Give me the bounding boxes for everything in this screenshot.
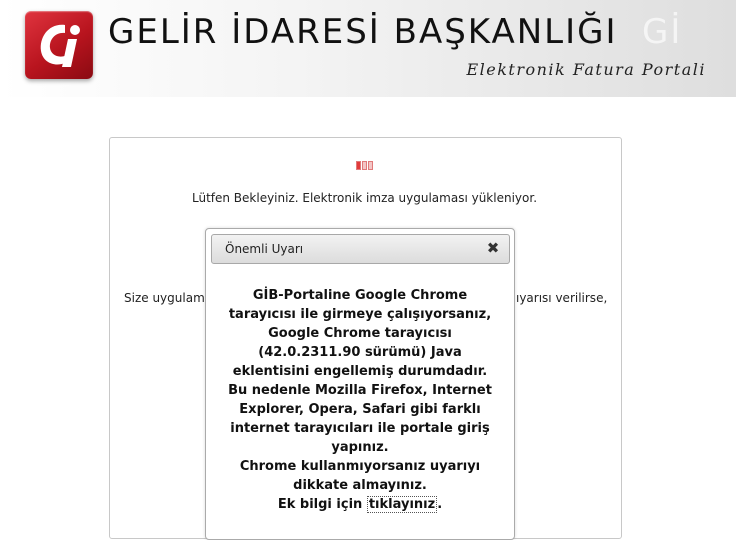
more-info-line: Ek bilgi için tıklayınız. [218,495,502,514]
close-icon[interactable]: ✖ [486,240,500,256]
background-text-right: ıyarısı verilirse, [516,291,608,305]
dialog-title: Önemli Uyarı [225,242,304,256]
spinner-bar [368,161,373,170]
background-text-left: Size uygulama [124,291,213,305]
gib-logo-icon[interactable] [25,11,93,79]
dialog-message-line: tarayıcısı ile girmeye çalışıyorsanız, [228,307,492,322]
org-title-shadow-text: Gİ [642,12,683,52]
dialog-titlebar[interactable]: Önemli Uyarı ✖ [211,234,510,264]
org-title: GELİR İDARESİ BAŞKANLIĞI [108,12,618,52]
dialog-message-line: Bu nedenle Mozilla Firefox, Internet [228,383,492,398]
dialog-message-line: Google Chrome tarayıcısı [268,326,452,341]
site-header: GELİR İDARESİ BAŞKANLIĞI Gİ Elektronik F… [0,0,736,97]
dialog-message: GİB-Portaline Google Chrome tarayıcısı i… [218,286,502,514]
more-info-suffix: . [437,497,443,512]
dialog-message-line: GİB-Portaline Google Chrome [252,288,468,303]
more-info-link[interactable]: tıklayınız [366,496,438,513]
dialog-message-line: Explorer, Opera, Safari gibi farklı [239,402,481,417]
loading-message: Lütfen Bekleyiniz. Elektronik imza uygul… [191,191,538,205]
more-info-prefix: Ek bilgi için [277,497,367,512]
spinner-bar [362,161,367,170]
dialog-message-line: dikkate almayınız. [293,478,427,493]
dialog-message-line: Chrome kullanmıyorsanız uyarıyı [239,459,481,474]
gib-logo-mark [40,24,80,67]
dialog-message-line: (42.0.2311.90 sürümü) Java [258,345,462,360]
dialog-message-line: eklentisini engellemiş durumdadır. [232,364,488,379]
dialog-message-line: yapınız. [331,440,389,455]
portal-name: Elektronik Fatura Portali [466,60,706,79]
warning-dialog: Önemli Uyarı ✖ GİB-Portaline Google Chro… [205,228,515,540]
loading-spinner-icon [356,161,373,170]
spinner-bar [356,161,361,170]
dialog-message-line: internet tarayıcıları ile portale giriş [230,421,490,436]
